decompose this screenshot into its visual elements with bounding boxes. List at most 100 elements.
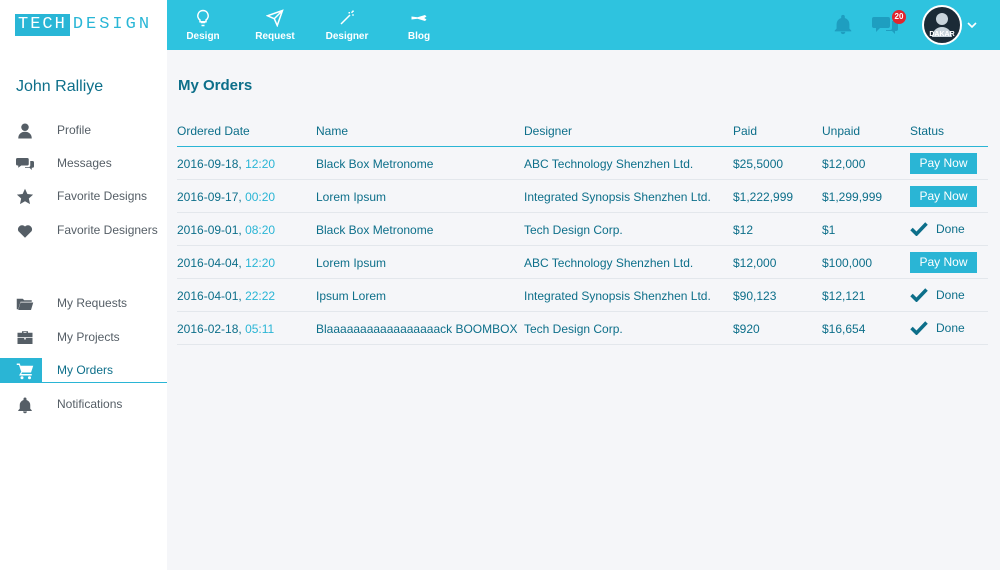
order-date-value: 2016-09-18,	[177, 157, 246, 171]
table-row: 2016-09-17, 00:20 Lorem Ipsum Integrated…	[177, 180, 988, 213]
status-done-label: Done	[936, 222, 965, 236]
pay-now-button[interactable]: Pay Now	[910, 252, 977, 273]
order-date: 2016-09-18, 12:20	[177, 157, 275, 171]
order-time: 12:20	[245, 157, 276, 171]
order-unpaid: $1,299,999	[822, 190, 883, 204]
nav-request-label: Request	[255, 30, 295, 42]
order-paid: $25,5000	[733, 157, 784, 171]
sidebar-item-label: Favorite Designers	[57, 223, 158, 237]
order-time: 05:11	[245, 322, 275, 336]
order-time: 22:22	[245, 289, 276, 303]
bell-icon	[18, 397, 32, 414]
order-time: 12:20	[245, 256, 276, 270]
order-date: 2016-02-18, 05:11	[177, 322, 274, 336]
sidebar-item-label: Messages	[57, 156, 112, 170]
sidebar-item-label: Notifications	[57, 397, 123, 411]
heart-icon	[17, 225, 33, 238]
sidebar-item-messages[interactable]: Messages	[0, 151, 167, 176]
messages-button[interactable]: 20	[872, 10, 906, 36]
order-date-value: 2016-09-01,	[177, 223, 246, 237]
logo[interactable]: TECH DESIGN	[0, 0, 167, 50]
checkmark-icon	[910, 321, 928, 335]
order-designer[interactable]: Integrated Synopsis Shenzhen Ltd.	[524, 190, 711, 204]
status-done: Done	[910, 321, 965, 335]
col-status[interactable]: Status	[910, 124, 944, 138]
star-icon	[16, 188, 34, 205]
logo-tech: TECH	[15, 14, 70, 36]
checkmark-icon	[910, 222, 928, 236]
folder-icon	[16, 298, 34, 310]
pay-now-button[interactable]: Pay Now	[910, 153, 977, 174]
order-designer[interactable]: Tech Design Corp.	[524, 223, 623, 237]
order-date: 2016-04-04, 12:20	[177, 256, 275, 270]
nav-designer[interactable]: Designer	[311, 0, 383, 50]
order-unpaid: $100,000	[822, 256, 873, 270]
table-row: 2016-04-04, 12:20 Lorem Ipsum ABC Techno…	[177, 246, 988, 279]
table-row: 2016-02-18, 05:11 Blaaaaaaaaaaaaaaaaack …	[177, 312, 988, 345]
sidebar-item-label: My Projects	[57, 330, 120, 344]
chevron-down-icon[interactable]	[967, 20, 977, 30]
logo-design: DESIGN	[72, 15, 153, 34]
sidebar-item-favorite-designers[interactable]: Favorite Designers	[0, 218, 167, 243]
cart-icon	[16, 363, 34, 380]
order-time: 00:20	[245, 190, 276, 204]
avatar-text: DAKAR	[929, 31, 955, 38]
order-designer[interactable]: ABC Technology Shenzhen Ltd.	[524, 157, 693, 171]
order-date-value: 2016-09-17,	[177, 190, 246, 204]
order-paid: $90,123	[733, 289, 777, 303]
nav-request[interactable]: Request	[239, 0, 311, 50]
lightbulb-icon	[197, 9, 209, 26]
order-unpaid: $12,000	[822, 157, 866, 171]
col-paid[interactable]: Paid	[733, 124, 757, 138]
order-unpaid: $1	[822, 223, 836, 237]
nav-blog-label: Blog	[407, 30, 431, 42]
order-designer[interactable]: Tech Design Corp.	[524, 322, 623, 336]
order-name[interactable]: Lorem Ipsum	[316, 190, 386, 204]
sidebar-item-label: My Orders	[57, 363, 114, 377]
order-name[interactable]: Black Box Metronome	[316, 223, 433, 237]
order-date: 2016-09-01, 08:20	[177, 223, 275, 237]
sidebar-item-profile[interactable]: Profile	[0, 118, 167, 143]
order-paid: $12,000	[733, 256, 777, 270]
status-done: Done	[910, 288, 965, 302]
status-done: Done	[910, 222, 965, 236]
col-ordered-date[interactable]: Ordered Date	[177, 124, 250, 138]
top-header: TECH DESIGN Design Request Designer Blog…	[0, 0, 1000, 50]
blog-icon	[411, 14, 427, 21]
sidebar-item-my-projects[interactable]: My Projects	[0, 325, 167, 350]
order-name[interactable]: Ipsum Lorem	[316, 289, 386, 303]
paper-plane-icon	[266, 8, 284, 27]
table-row: 2016-04-01, 22:22 Ipsum Lorem Integrated…	[177, 279, 988, 312]
sidebar-item-favorite-designs[interactable]: Favorite Designs	[0, 184, 167, 209]
order-name[interactable]: Lorem Ipsum	[316, 256, 386, 270]
briefcase-icon	[17, 331, 33, 344]
col-designer[interactable]: Designer	[524, 124, 572, 138]
sidebar-item-my-orders[interactable]: My Orders	[0, 358, 167, 383]
order-name[interactable]: Blaaaaaaaaaaaaaaaaack BOOMBOX	[316, 322, 517, 336]
status-done-label: Done	[936, 288, 965, 302]
sidebar-item-notifications[interactable]: Notifications	[0, 392, 167, 417]
order-date-value: 2016-04-01,	[177, 289, 246, 303]
order-paid: $12	[733, 223, 754, 237]
order-name[interactable]: Black Box Metronome	[316, 157, 433, 171]
col-name[interactable]: Name	[316, 124, 348, 138]
order-unpaid: $16,654	[822, 322, 866, 336]
table-row: 2016-09-01, 08:20 Black Box Metronome Te…	[177, 213, 988, 246]
avatar[interactable]: DAKAR	[922, 5, 962, 45]
checkmark-icon	[910, 288, 928, 302]
pay-now-button[interactable]: Pay Now	[910, 186, 977, 207]
sidebar-item-label: My Requests	[57, 296, 128, 310]
sidebar-item-label: Favorite Designs	[57, 189, 148, 203]
user-name: John Ralliye	[16, 78, 104, 95]
sidebar-item-label: Profile	[57, 123, 92, 137]
nav-designer-label: Designer	[325, 30, 369, 42]
order-designer[interactable]: Integrated Synopsis Shenzhen Ltd.	[524, 289, 711, 303]
order-date: 2016-04-01, 22:22	[177, 289, 275, 303]
notification-bell-icon[interactable]	[832, 14, 854, 36]
nav-design[interactable]: Design	[167, 0, 239, 50]
nav-blog[interactable]: Blog	[383, 0, 455, 50]
col-unpaid[interactable]: Unpaid	[822, 124, 860, 138]
order-paid: $1,222,999	[733, 190, 794, 204]
sidebar-item-my-requests[interactable]: My Requests	[0, 291, 167, 316]
order-designer[interactable]: ABC Technology Shenzhen Ltd.	[524, 256, 693, 270]
